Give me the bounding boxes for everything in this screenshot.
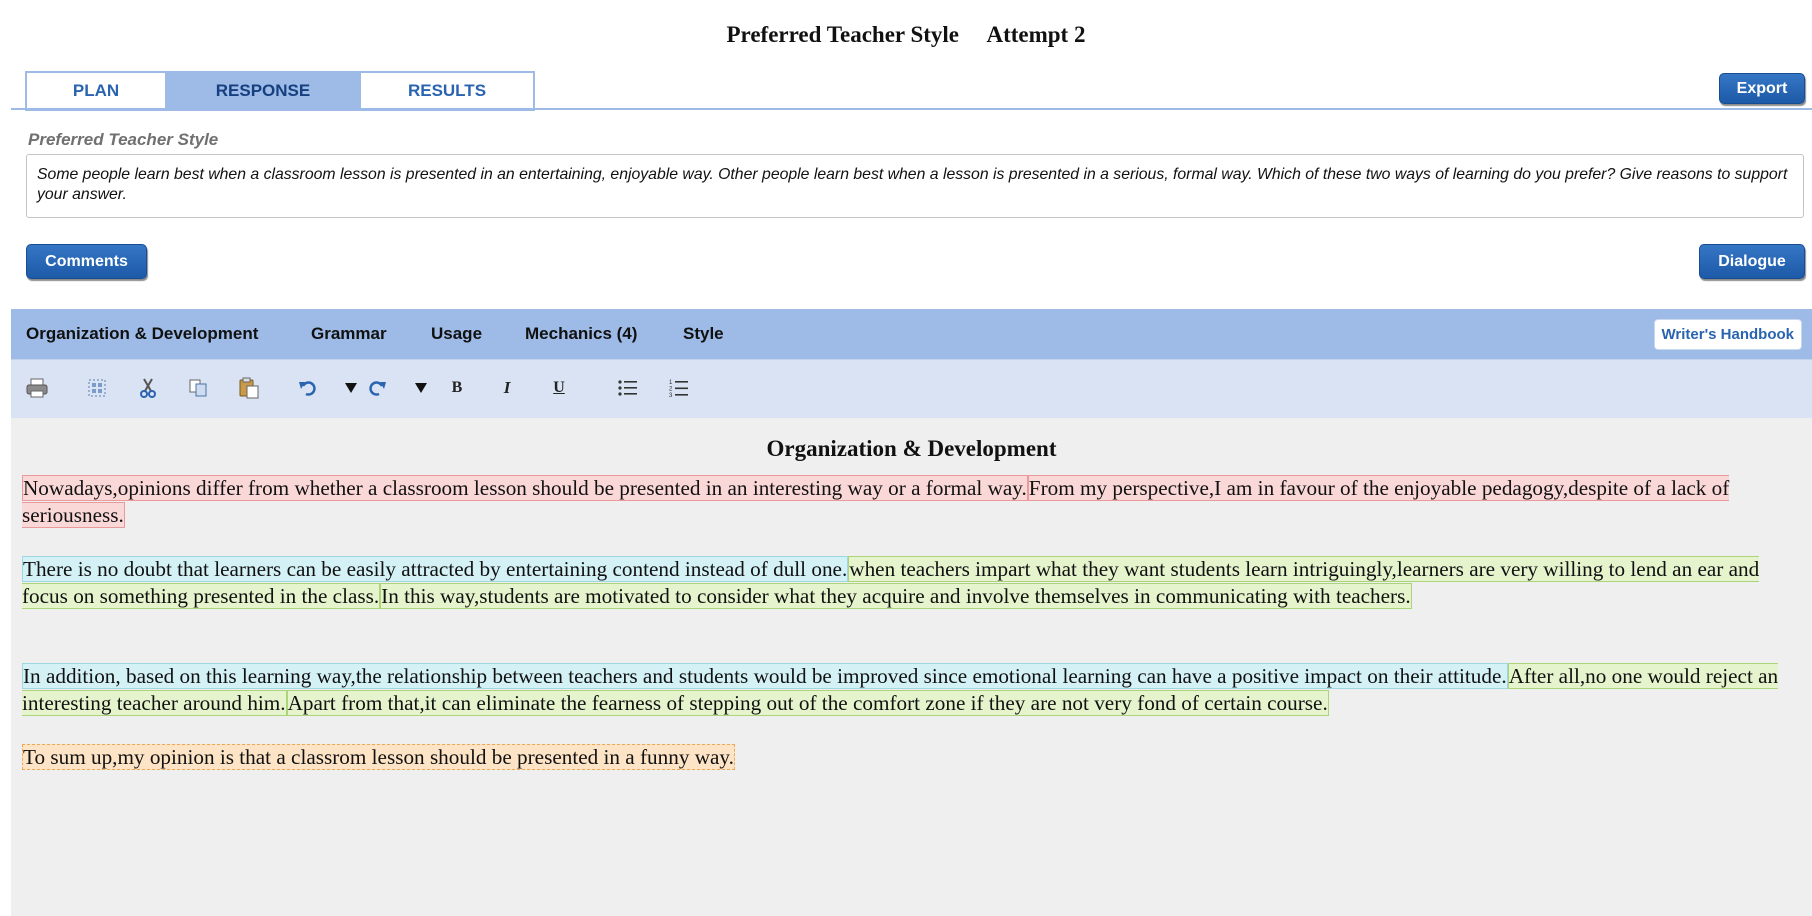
italic-icon[interactable]: I [493, 374, 521, 402]
tab-divider [11, 108, 1812, 110]
writers-handbook-button[interactable]: Writer's Handbook [1653, 319, 1802, 350]
essay-sentence[interactable]: In addition, based on this learning way,… [22, 663, 1508, 689]
undo-icon[interactable] [294, 374, 322, 402]
category-style[interactable]: Style [683, 324, 724, 344]
category-bar: Organization & Development Grammar Usage… [11, 309, 1812, 359]
svg-text:1: 1 [669, 380, 673, 386]
essay-paragraph: In addition, based on this learning way,… [22, 663, 1805, 717]
prompt-title: Preferred Teacher Style [28, 130, 219, 149]
prompt-text: Some people learn best when a classroom … [26, 154, 1804, 218]
svg-text:2: 2 [669, 387, 673, 393]
tab-plan[interactable]: PLAN [27, 73, 165, 109]
paste-icon[interactable] [235, 374, 263, 402]
essay-paragraph: To sum up,my opinion is that a classrom … [22, 744, 1805, 771]
comments-button[interactable]: Comments [26, 244, 147, 279]
print-icon[interactable] [23, 374, 51, 402]
essay-sentence[interactable]: To sum up,my opinion is that a classrom … [22, 744, 735, 770]
tab-bar: PLAN RESPONSE RESULTS [25, 71, 535, 111]
copy-icon[interactable] [184, 374, 212, 402]
essay-sentence[interactable]: Nowadays,opinions differ from whether a … [22, 475, 1028, 501]
export-button[interactable]: Export [1719, 73, 1805, 104]
essay-sentence[interactable]: Apart from that,it can eliminate the fea… [286, 690, 1329, 716]
redo-icon[interactable] [363, 374, 391, 402]
editor-section-title: Organization & Development [766, 436, 1057, 461]
redo-dropdown-icon[interactable] [407, 374, 435, 402]
numbered-list-icon[interactable]: 123 [665, 374, 693, 402]
category-mechanics[interactable]: Mechanics (4) [525, 324, 637, 344]
category-usage[interactable]: Usage [431, 324, 482, 344]
underline-icon[interactable]: U [545, 374, 573, 402]
select-all-icon[interactable] [83, 374, 111, 402]
cut-icon[interactable] [134, 374, 162, 402]
tab-response[interactable]: RESPONSE [165, 73, 361, 109]
category-organization-development[interactable]: Organization & Development [26, 324, 258, 344]
tab-results[interactable]: RESULTS [361, 73, 533, 109]
page-title: Preferred Teacher Style Attempt 2 [726, 22, 1086, 47]
undo-dropdown-icon[interactable] [337, 374, 365, 402]
essay-sentence[interactable]: In this way,students are motivated to co… [380, 583, 1412, 609]
bold-icon[interactable]: B [443, 374, 471, 402]
bulleted-list-icon[interactable] [614, 374, 642, 402]
essay-sentence[interactable]: There is no doubt that learners can be e… [22, 556, 849, 582]
category-grammar[interactable]: Grammar [311, 324, 387, 344]
editor-toolbar: B I U 123 [11, 359, 1812, 419]
essay-paragraph: Nowadays,opinions differ from whether a … [22, 475, 1805, 529]
svg-text:3: 3 [669, 393, 673, 398]
essay-body[interactable]: Nowadays,opinions differ from whether a … [22, 475, 1805, 771]
essay-editor[interactable]: Organization & Development Nowadays,opin… [11, 418, 1812, 916]
dialogue-button[interactable]: Dialogue [1699, 244, 1805, 279]
essay-paragraph: There is no doubt that learners can be e… [22, 556, 1805, 610]
